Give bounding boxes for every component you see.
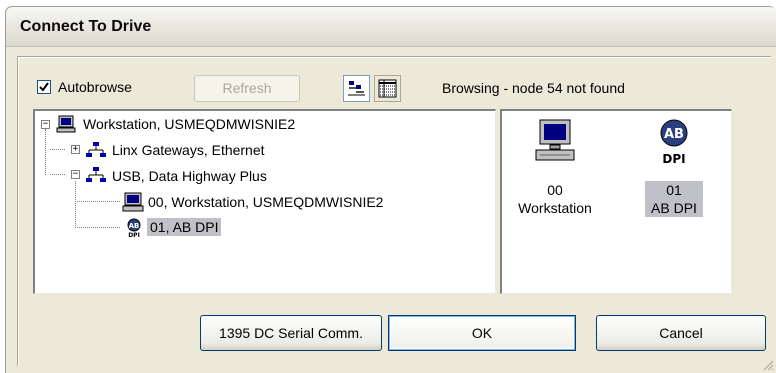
device-node-00[interactable]: 00 Workstation (510, 117, 600, 217)
small-icons-view-button[interactable] (343, 75, 370, 102)
ab-dpi-icon: AB DPI (127, 218, 141, 238)
device-icons-panel[interactable]: 00 Workstation AB DPI 01 AB DPI (500, 109, 732, 294)
serial-comm-button[interactable]: 1395 DC Serial Comm. (200, 315, 382, 351)
tree-connector (75, 201, 120, 202)
details-view-button[interactable] (374, 75, 401, 102)
network-icon (86, 142, 106, 157)
computer-icon (535, 119, 575, 161)
browse-status-text: Browsing - node 54 not found (442, 80, 625, 96)
checkmark-icon (39, 82, 49, 92)
tree-item-usb-dh-plus[interactable]: USB, Data Highway Plus (112, 168, 267, 184)
device-node-01[interactable]: AB DPI 01 AB DPI (645, 117, 703, 217)
tree-item-linx-gateways[interactable]: Linx Gateways, Ethernet (112, 142, 265, 158)
device-node-name: Workstation (518, 200, 592, 216)
autobrowse-checkbox[interactable] (37, 80, 51, 94)
title-bar[interactable]: Connect To Drive (6, 7, 776, 47)
tree-connector (75, 181, 76, 228)
svg-text:AB: AB (664, 127, 684, 142)
small-icons-view-icon (348, 81, 365, 96)
cancel-button[interactable]: Cancel (596, 315, 766, 351)
autobrowse-label: Autobrowse (58, 79, 132, 95)
tree-connector (50, 174, 65, 175)
tree-item-node-01[interactable]: 01, AB DPI (147, 218, 222, 236)
device-node-number: 01 (666, 182, 682, 198)
svg-text:AB: AB (129, 222, 140, 230)
workstation-icon (56, 115, 76, 133)
tree-connector (75, 227, 120, 228)
tree-connector (50, 149, 65, 150)
computer-icon (122, 192, 144, 212)
svg-text:DPI: DPI (128, 232, 140, 238)
device-node-name: AB DPI (651, 200, 697, 216)
collapse-toggle[interactable]: − (71, 170, 80, 179)
svg-text:DPI: DPI (662, 152, 685, 165)
ok-button[interactable]: OK (388, 315, 576, 351)
network-icon (86, 167, 106, 182)
tree-item-workstation[interactable]: Workstation, USMEQDMWISNIE2 (83, 116, 295, 132)
network-tree-panel[interactable]: − Workstation, USMEQDMWISNIE2 + Linx Gat… (33, 109, 496, 294)
ab-dpi-icon: AB DPI (660, 119, 688, 165)
tree-connector (45, 129, 46, 175)
refresh-button[interactable]: Refresh (194, 75, 300, 102)
expand-toggle[interactable]: + (71, 145, 80, 154)
device-node-number: 00 (547, 182, 563, 198)
resize-grip-icon[interactable] (762, 359, 774, 371)
collapse-toggle[interactable]: − (41, 120, 50, 129)
tree-item-node-00[interactable]: 00, Workstation, USMEQDMWISNIE2 (148, 194, 383, 210)
details-view-icon (378, 79, 397, 98)
dialog-title: Connect To Drive (20, 18, 152, 35)
